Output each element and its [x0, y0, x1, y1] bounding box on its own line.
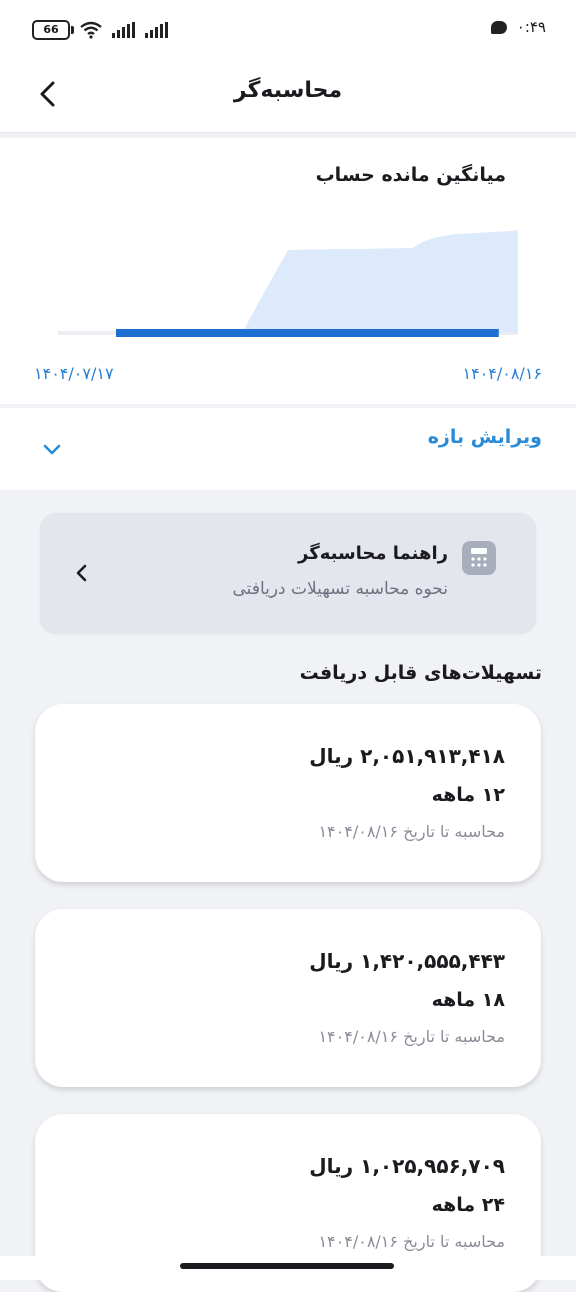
status-left: 66	[32, 20, 168, 40]
loan-term: ۲۴ ماهه	[431, 1194, 505, 1216]
signal-icon-2	[145, 22, 168, 38]
page-title: محاسبه‌گر	[233, 78, 343, 103]
app-header: محاسبه‌گر	[0, 58, 576, 133]
calculator-icon	[462, 541, 496, 575]
loan-calc-note: محاسبه تا تاریخ ۱۴۰۴/۰۸/۱۶	[318, 1027, 505, 1046]
loan-card[interactable]: ۱,۴۲۰,۵۵۵,۴۴۳ ریال ۱۸ ماهه محاسبه تا تار…	[35, 909, 541, 1087]
edit-range-label: ویرایش بازه	[427, 426, 542, 448]
loan-amount: ۲,۰۵۱,۹۱۳,۴۱۸ ریال	[309, 744, 505, 768]
chart-start-date: ۱۴۰۴/۰۷/۱۷	[34, 364, 114, 383]
chart-area-series	[58, 230, 518, 333]
loans-section-title: تسهیلات‌های قابل دریافت	[299, 662, 542, 684]
loan-calc-note: محاسبه تا تاریخ ۱۴۰۴/۰۸/۱۶	[318, 1232, 505, 1251]
calculator-guide-card[interactable]: راهنما محاسبه‌گر نحوه محاسبه تسهیلات دری…	[40, 513, 536, 633]
guide-subtitle: نحوه محاسبه تسهیلات دریافتی	[232, 579, 448, 599]
edit-range-row[interactable]: ویرایش بازه	[0, 408, 576, 490]
guide-title: راهنما محاسبه‌گر	[298, 543, 448, 564]
loan-amount: ۱,۴۲۰,۵۵۵,۴۴۳ ریال	[309, 949, 505, 973]
loan-calc-note: محاسبه تا تاریخ ۱۴۰۴/۰۸/۱۶	[318, 822, 505, 841]
chevron-down-icon[interactable]	[38, 436, 66, 464]
chart-end-date: ۱۴۰۴/۰۸/۱۶	[462, 364, 542, 383]
chart-range-highlight[interactable]	[116, 329, 499, 337]
loan-amount: ۱,۰۲۵,۹۵۶,۷۰۹ ریال	[309, 1154, 505, 1178]
signal-icon	[112, 22, 135, 38]
status-bar: 66 ۰:۴۹	[0, 0, 576, 58]
balance-chart-card: میانگین مانده حساب ۱۴۰۴/۰۷/۱۷ ۱۴۰۴/۰۸/۱۶	[0, 138, 576, 404]
clock: ۰:۴۹	[516, 18, 546, 36]
battery-icon: 66	[32, 20, 74, 40]
loan-term: ۱۲ ماهه	[431, 784, 505, 806]
loan-card[interactable]: ۲,۰۵۱,۹۱۳,۴۱۸ ریال ۱۲ ماهه محاسبه تا تار…	[35, 704, 541, 882]
status-right: ۰:۴۹	[490, 18, 546, 36]
chat-notification-icon	[490, 20, 507, 34]
chevron-left-icon	[76, 564, 87, 582]
home-indicator[interactable]	[180, 1263, 394, 1269]
loan-term: ۱۸ ماهه	[431, 989, 505, 1011]
wifi-icon	[80, 21, 102, 39]
